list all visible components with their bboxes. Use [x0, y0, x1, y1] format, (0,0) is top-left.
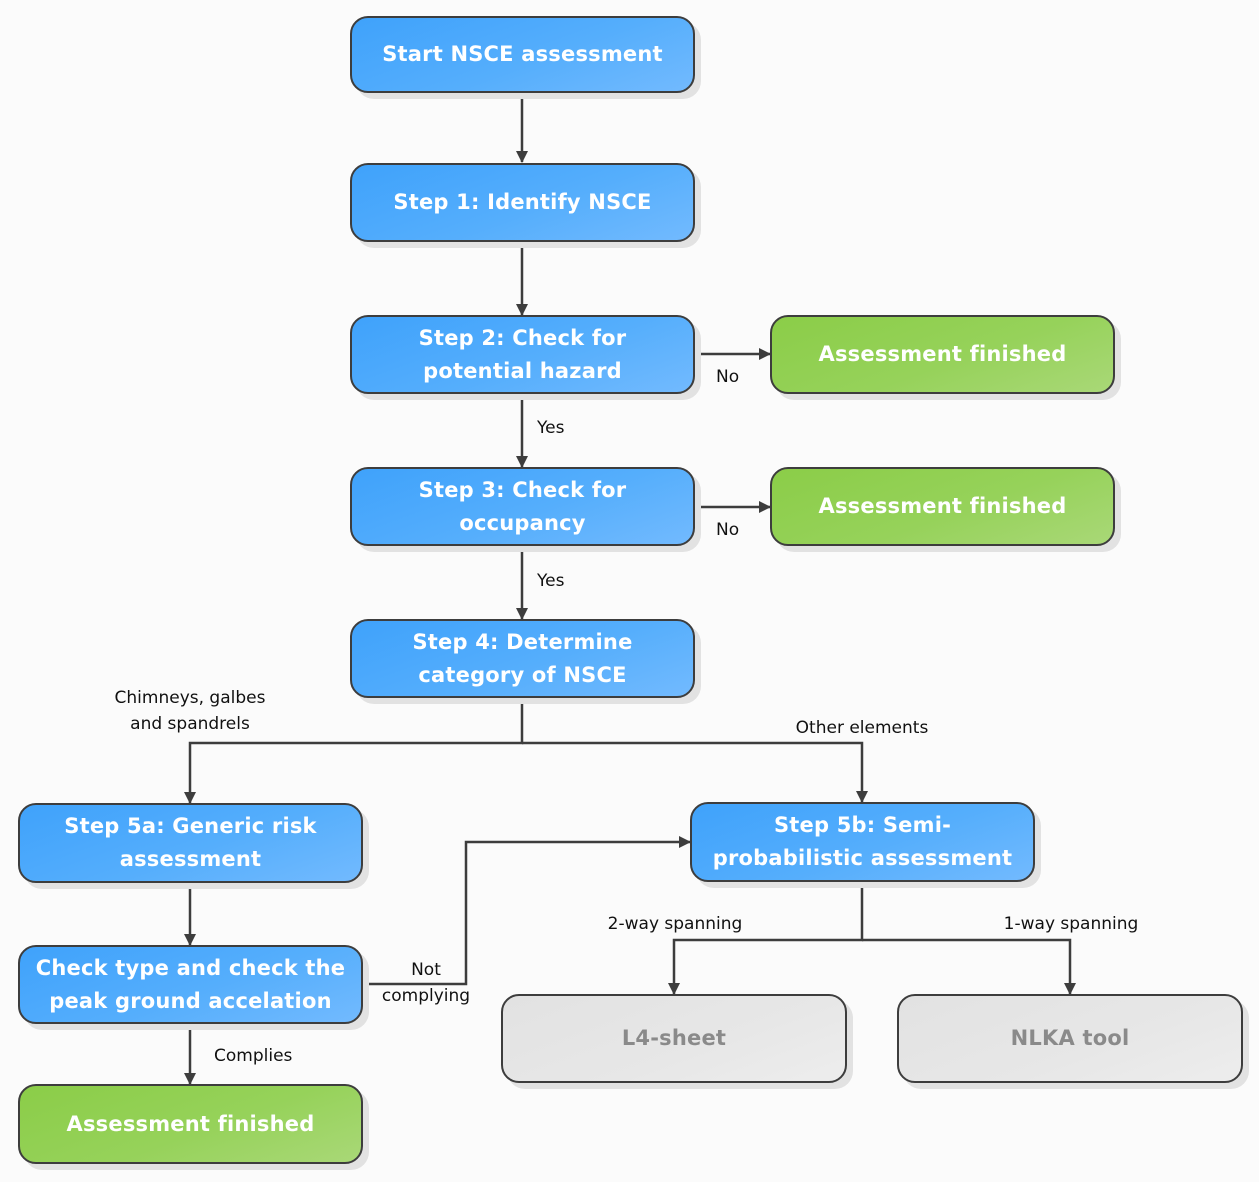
node-step2-line2: potential hazard: [423, 358, 622, 383]
node-nlka-tool[interactable]: NLKA tool: [897, 994, 1243, 1083]
edge-label-complies: Complies: [214, 1046, 293, 1066]
node-step1-identify[interactable]: Step 1: Identify NSCE: [350, 163, 695, 242]
edge-label-step2-yes: Yes: [537, 418, 565, 438]
edge-label-not-complying-line2: complying: [381, 986, 471, 1006]
node-start[interactable]: Start NSCE assessment: [350, 16, 695, 93]
edge-label-other-elements: Other elements: [795, 718, 929, 738]
node-step3-occupancy[interactable]: Step 3: Check for occupancy: [350, 467, 695, 546]
node-step3-line2: occupancy: [459, 510, 586, 535]
edge-step4-step5b: [522, 741, 868, 803]
edge-step5b-nlka: [862, 938, 1076, 995]
node-step5a-line2: assessment: [119, 847, 262, 871]
node-step4-category[interactable]: Step 4: Determine category of NSCE: [350, 619, 695, 698]
node-l4-sheet[interactable]: L4-sheet: [501, 994, 847, 1083]
node-step5b-semi-probabilistic[interactable]: Step 5b: Semi- probabilistic assessment: [690, 802, 1035, 882]
edge-label-step3-yes: Yes: [537, 571, 565, 591]
node-step3-line1: Step 3: Check for: [418, 477, 627, 502]
node-finished-complies-text: Assessment finished: [66, 1111, 315, 1136]
node-l4-sheet-text: L4-sheet: [621, 1026, 727, 1050]
node-finished-step3[interactable]: Assessment finished: [770, 467, 1115, 546]
node-step5a-line1: Step 5a: Generic risk: [64, 814, 317, 838]
node-start-text: Start NSCE assessment: [382, 42, 663, 66]
node-step1-text: Step 1: Identify NSCE: [393, 190, 652, 214]
node-finished-complies[interactable]: Assessment finished: [18, 1084, 363, 1164]
node-finished-step3-text: Assessment finished: [818, 494, 1067, 518]
edge-label-step2-no: No: [716, 367, 740, 387]
edge-label-one-way: 1-way spanning: [1003, 914, 1139, 934]
node-check-type-line2: peak ground accelation: [49, 988, 332, 1013]
edge-label-chimneys-line1: Chimneys, galbes: [114, 688, 266, 708]
node-step2-line1: Step 2: Check for: [418, 325, 627, 350]
edge-label-step3-no: No: [716, 520, 740, 540]
node-finished-step2-text: Assessment finished: [818, 342, 1067, 366]
edge-step5b-l4: [668, 882, 864, 995]
edge-label-not-complying-line1: Not: [411, 960, 441, 980]
edge-label-two-way: 2-way spanning: [607, 914, 743, 934]
edge-label-chimneys: Chimneys, galbes and spandrels: [100, 685, 280, 737]
node-finished-step2[interactable]: Assessment finished: [770, 315, 1115, 394]
node-check-type-line1: Check type and check the: [35, 955, 346, 980]
node-step2-hazard[interactable]: Step 2: Check for potential hazard: [350, 315, 695, 394]
node-check-type[interactable]: Check type and check the peak ground acc…: [18, 945, 363, 1024]
node-step5b-line2: probabilistic assessment: [712, 846, 1013, 870]
node-step4-line2: category of NSCE: [418, 662, 627, 687]
edge-label-chimneys-line2: and spandrels: [130, 714, 250, 734]
node-step5b-line1: Step 5b: Semi-: [773, 813, 952, 837]
edge-label-not-complying: Not complying: [370, 957, 482, 1009]
node-step5a-generic-risk[interactable]: Step 5a: Generic risk assessment: [18, 803, 363, 883]
node-nlka-tool-text: NLKA tool: [1010, 1026, 1130, 1050]
node-step4-line1: Step 4: Determine: [412, 629, 633, 654]
